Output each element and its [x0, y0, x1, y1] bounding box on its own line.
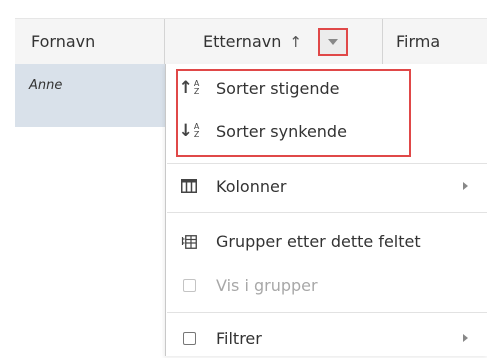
menu-separator — [167, 312, 487, 313]
menu-item-label: Filtrer — [216, 328, 262, 348]
menu-item-label: Sorter synkende — [216, 121, 347, 141]
column-header-label: Firma — [396, 32, 441, 51]
menu-item-filter[interactable]: Filtrer — [166, 318, 487, 358]
sort-descending-icon: ↓ A Z — [178, 120, 200, 141]
menu-item-label: Sorter stigende — [216, 78, 340, 98]
grid-header: Fornavn Etternavn ↑ Firma — [15, 18, 487, 65]
columns-icon — [179, 176, 199, 196]
menu-item-group-by-field[interactable]: Grupper etter dette feltet — [166, 221, 487, 261]
column-header-etternavn[interactable]: Etternavn ↑ — [165, 19, 383, 64]
cell-value: Anne — [29, 78, 63, 93]
menu-item-show-in-groups: Vis i grupper — [166, 265, 487, 305]
group-by-icon — [179, 231, 199, 251]
checkbox-icon — [179, 275, 199, 295]
menu-item-sort-ascending[interactable]: ↑ A Z Sorter stigende — [166, 68, 487, 108]
menu-item-label: Kolonner — [216, 176, 287, 196]
chevron-down-icon — [328, 39, 338, 45]
submenu-arrow-icon — [463, 334, 468, 342]
sort-ascending-indicator-icon: ↑ — [289, 33, 302, 51]
column-menu: ↑ A Z Sorter stigende ↓ A Z Sorter synkende … — [165, 64, 487, 356]
sort-ascending-icon: ↑ A Z — [178, 77, 200, 98]
table-cell-fornavn[interactable]: Anne — [15, 64, 165, 127]
column-header-label: Etternavn ↑ — [203, 32, 302, 51]
menu-separator — [167, 163, 487, 164]
menu-item-label: Grupper etter dette feltet — [216, 231, 421, 251]
menu-item-columns[interactable]: Kolonner — [166, 166, 487, 206]
menu-separator — [167, 212, 487, 213]
column-header-firma[interactable]: Firma — [382, 19, 487, 64]
menu-item-sort-descending[interactable]: ↓ A Z Sorter synkende — [166, 111, 487, 151]
menu-item-label: Vis i grupper — [216, 275, 318, 295]
checkbox-icon[interactable] — [179, 328, 199, 348]
column-menu-trigger-button[interactable] — [318, 28, 348, 56]
column-header-label: Fornavn — [31, 32, 96, 51]
column-header-fornavn[interactable]: Fornavn — [15, 19, 165, 64]
submenu-arrow-icon — [463, 182, 468, 190]
